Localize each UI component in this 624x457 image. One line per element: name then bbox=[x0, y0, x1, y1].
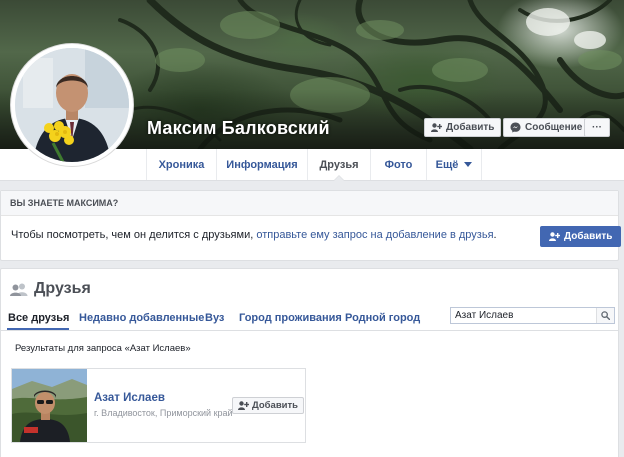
friends-title-label: Друзья bbox=[34, 280, 91, 297]
tab-friends[interactable]: Друзья bbox=[307, 149, 370, 181]
friend-add-button[interactable]: Добавить bbox=[232, 397, 305, 414]
friends-section: Друзья Все друзья Недавно добавленные Ву… bbox=[0, 268, 619, 457]
more-options-button[interactable]: ··· bbox=[584, 118, 610, 137]
message-label: Сообщение bbox=[525, 122, 583, 133]
friend-add-label: Добавить bbox=[252, 400, 299, 411]
subtab-current-city[interactable]: Город проживания bbox=[239, 312, 342, 324]
message-button[interactable]: Сообщение bbox=[503, 118, 590, 137]
know-add-friend-button[interactable]: Добавить bbox=[540, 226, 622, 247]
dropdown-caret-icon bbox=[464, 162, 473, 167]
avatar bbox=[15, 48, 129, 162]
subtab-university[interactable]: Вуз bbox=[205, 312, 224, 324]
tab-more-label: Ещё bbox=[435, 158, 459, 171]
friends-search-input[interactable] bbox=[451, 308, 597, 323]
tab-friends-label: Друзья bbox=[319, 158, 359, 171]
tab-timeline[interactable]: Хроника bbox=[146, 149, 216, 180]
friend-location: г. Владивосток, Приморский край bbox=[94, 408, 233, 418]
send-friend-request-link[interactable]: отправьте ему запрос на добавление в дру… bbox=[256, 229, 493, 241]
tab-timeline-label: Хроника bbox=[158, 158, 205, 171]
subtab-divider bbox=[1, 330, 618, 331]
know-person-card: ВЫ ЗНАЕТЕ МАКСИМА? Чтобы посмотреть, чем… bbox=[0, 190, 622, 261]
friend-avatar-photo bbox=[12, 369, 87, 442]
add-friend-icon bbox=[549, 232, 560, 241]
know-person-text-before: Чтобы посмотреть, чем он делится с друзь… bbox=[11, 229, 254, 241]
friend-avatar[interactable] bbox=[12, 369, 87, 442]
know-add-friend-label: Добавить bbox=[564, 231, 613, 242]
search-icon bbox=[601, 311, 611, 320]
friends-search bbox=[450, 307, 615, 324]
tab-about[interactable]: Информация bbox=[216, 149, 307, 180]
friends-title: Друзья bbox=[10, 280, 91, 298]
subtab-all-friends[interactable]: Все друзья bbox=[8, 312, 69, 324]
tab-more[interactable]: Ещё bbox=[426, 149, 482, 180]
avatar-photo bbox=[15, 48, 129, 162]
know-person-text: Чтобы посмотреть, чем он делится с друзь… bbox=[11, 229, 497, 241]
tab-photos[interactable]: Фото bbox=[370, 149, 426, 180]
friends-icon bbox=[10, 283, 28, 296]
search-results-label: Результаты для запроса «Азат Ислаев» bbox=[15, 343, 191, 354]
profile-picture[interactable] bbox=[10, 43, 134, 167]
messenger-icon bbox=[510, 122, 521, 133]
subtab-recently-added[interactable]: Недавно добавленные bbox=[79, 312, 204, 324]
tab-about-label: Информация bbox=[226, 158, 298, 171]
friend-result-item: Азат Ислаев г. Владивосток, Приморский к… bbox=[11, 368, 306, 443]
search-button[interactable] bbox=[596, 308, 614, 323]
know-person-heading: ВЫ ЗНАЕТЕ МАКСИМА? bbox=[1, 191, 618, 216]
know-person-text-after: . bbox=[493, 229, 497, 241]
add-friend-button[interactable]: Добавить bbox=[424, 118, 502, 137]
active-tab-pointer bbox=[333, 175, 345, 181]
subtab-hometown[interactable]: Родной город bbox=[345, 312, 420, 324]
more-options-label: ··· bbox=[592, 122, 602, 133]
tab-photos-label: Фото bbox=[384, 158, 413, 171]
friend-name[interactable]: Азат Ислаев bbox=[94, 392, 165, 404]
add-friend-icon bbox=[238, 401, 249, 410]
add-friend-label: Добавить bbox=[446, 122, 495, 133]
add-friend-icon bbox=[431, 123, 442, 132]
profile-name[interactable]: Максим Балковский bbox=[147, 118, 330, 139]
